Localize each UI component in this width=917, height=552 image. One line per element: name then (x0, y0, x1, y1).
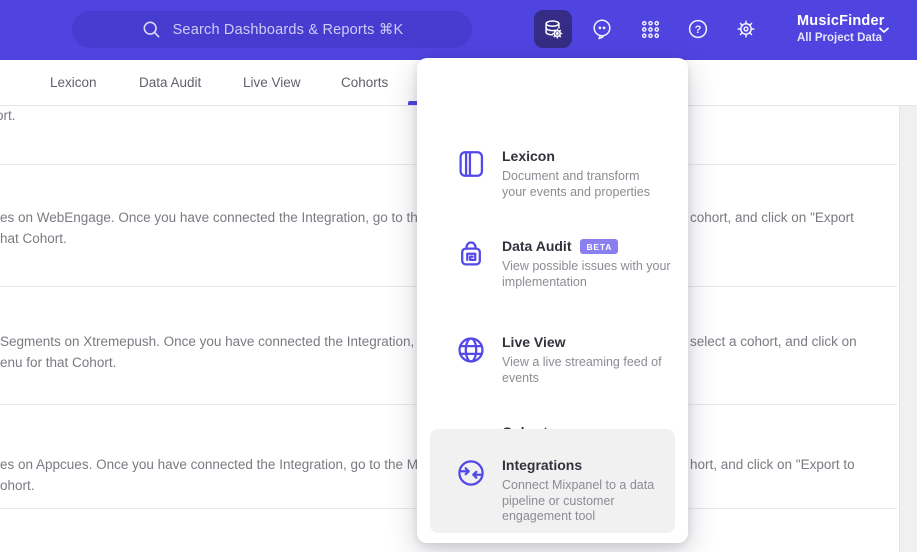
apps-grid-button[interactable] (631, 10, 669, 48)
menu-item-desc: engagement tool (502, 509, 596, 523)
tab-lexicon[interactable]: Lexicon (50, 75, 97, 90)
menu-item-desc: implementation (502, 274, 587, 289)
apps-grid-icon (641, 20, 659, 38)
data-management-icon (545, 20, 563, 39)
menu-item-desc: Document and transform (502, 169, 640, 183)
beta-badge: BETA (580, 238, 619, 254)
data-audit-lock-icon (461, 241, 481, 266)
tab-live-view[interactable]: Live View (243, 75, 301, 90)
vertical-scrollbar[interactable] (899, 106, 917, 552)
feedback-button[interactable] (583, 10, 621, 48)
settings-gear-icon (737, 20, 755, 38)
content-row-3-text-right: select a cohort, and click on (690, 334, 857, 349)
data-management-dropdown: Lexicon Document and transform your even… (417, 58, 688, 543)
lexicon-book-icon (459, 151, 484, 177)
content-row-4-text-left: es on Appcues. Once you have connected t… (0, 457, 419, 472)
project-selector[interactable]: MusicFinder All Project Data (797, 13, 885, 44)
content-row-4-text-right: hort, and click on "Export to (690, 457, 855, 472)
help-button[interactable]: ? (679, 10, 717, 48)
tab-cohorts[interactable]: Cohorts (341, 75, 388, 90)
search-input[interactable]: Search Dashboards & Reports ⌘K (72, 11, 472, 48)
integrations-sync-icon (458, 460, 484, 486)
menu-item-integrations[interactable]: Integrations Connect Mixpanel to a data … (430, 429, 675, 533)
menu-item-desc: your events and properties (502, 184, 651, 199)
project-scope: All Project Data (797, 32, 882, 44)
content-row-2-text-left: es on WebEngage. Once you have connected… (0, 210, 426, 225)
settings-button[interactable] (727, 10, 765, 48)
content-row-4-text-line2: ohort. (0, 478, 35, 493)
project-name: MusicFinder (797, 13, 885, 29)
search-placeholder: Search Dashboards & Reports ⌘K (172, 21, 404, 38)
content-row-1-text: ort. (0, 108, 16, 123)
feedback-chat-icon (593, 19, 611, 40)
app-window: ort. es on WebEngage. Once you have conn… (0, 0, 917, 552)
live-view-globe-icon (458, 337, 484, 363)
content-row-3-text-line2: enu for that Cohort. (0, 355, 117, 370)
menu-item-title: Integrations (502, 457, 583, 473)
menu-item-title: Lexicon (502, 148, 555, 164)
tab-data-audit[interactable]: Data Audit (139, 75, 201, 90)
content-row-2-text-line2: hat Cohort. (0, 231, 67, 246)
svg-text:?: ? (695, 24, 702, 36)
chevron-down-icon[interactable] (876, 22, 892, 38)
menu-item-desc: pipeline or customer (502, 493, 615, 508)
menu-item-desc: View possible issues with your (502, 259, 671, 273)
menu-item-title: Live View (502, 334, 566, 350)
content-row-2-text-right: cohort, and click on "Export (690, 210, 854, 225)
menu-item-desc: View a live streaming feed of (502, 355, 662, 369)
menu-item-title: Data Audit (502, 238, 572, 254)
help-icon: ? (688, 19, 708, 39)
top-bar: Search Dashboards & Reports ⌘K ? MusicFi… (0, 0, 917, 60)
menu-item-desc: events (502, 370, 539, 385)
data-management-button[interactable] (534, 10, 572, 48)
menu-item-desc: Connect Mixpanel to a data (502, 478, 655, 492)
search-icon (143, 21, 160, 38)
content-row-3-text-left: Segments on Xtremepush. Once you have co… (0, 334, 415, 349)
